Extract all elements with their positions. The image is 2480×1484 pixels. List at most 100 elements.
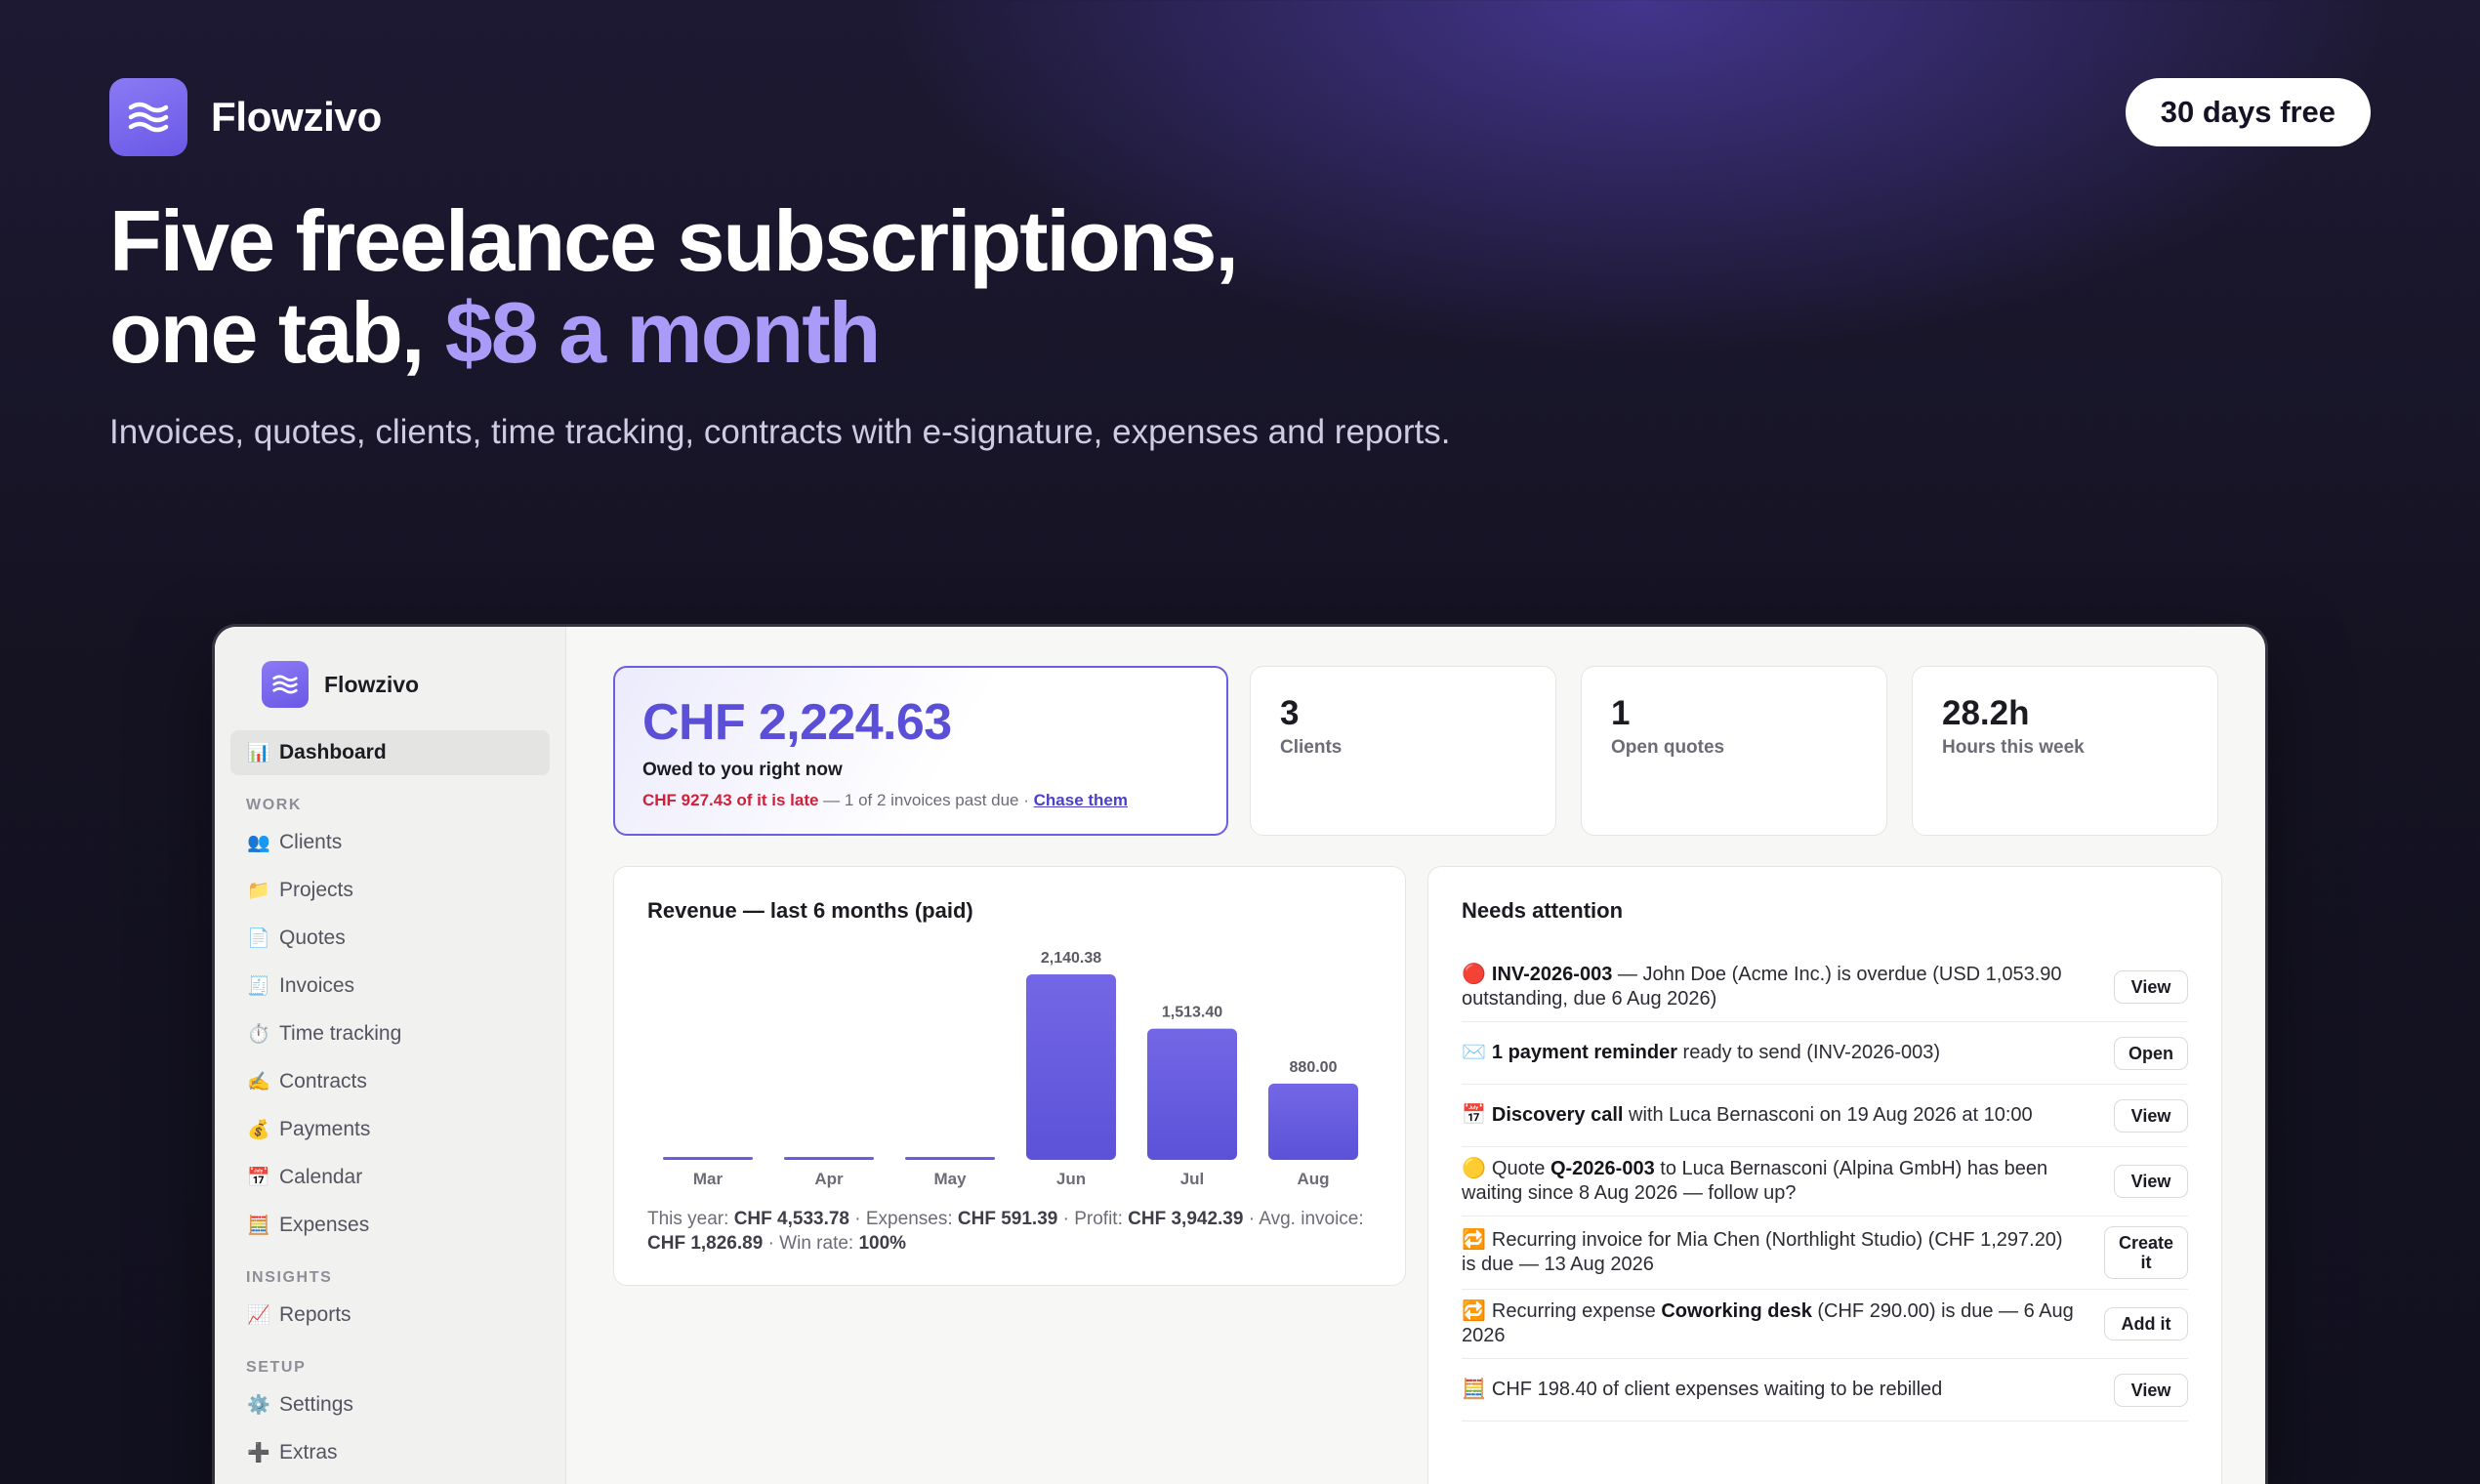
summary-win-rate: 100%	[858, 1233, 907, 1254]
bar-mar[interactable]	[663, 1157, 753, 1160]
gear-icon: ⚙️	[247, 1395, 270, 1416]
attention-icon: 🔴	[1462, 964, 1486, 985]
bar-aug[interactable]	[1268, 1083, 1358, 1160]
attention-action-button[interactable]: Add it	[2104, 1307, 2188, 1340]
attention-text: 🧮 CHF 198.40 of client expenses waiting t…	[1462, 1378, 2087, 1402]
attention-prefix: CHF 198.40 of client expenses waiting to…	[1491, 1379, 1943, 1400]
stat-value: 28.2h	[1942, 694, 2030, 732]
stat-card-hours[interactable]: 28.2h Hours this week	[1912, 666, 2218, 836]
sidebar-item-payments[interactable]: 💰 Payments	[230, 1107, 550, 1152]
summary-label: · Profit:	[1057, 1209, 1129, 1229]
bar-jul[interactable]	[1147, 1028, 1237, 1160]
x-tick-label: Aug	[1297, 1170, 1329, 1188]
attention-action-button[interactable]: View	[2114, 970, 2188, 1004]
sidebar-item-quotes[interactable]: 📄 Quotes	[230, 916, 550, 961]
attention-action-button[interactable]: Open	[2113, 1036, 2188, 1070]
summary-label: · Win rate:	[763, 1233, 859, 1254]
attention-action-button[interactable]: Create it	[2104, 1226, 2188, 1279]
sidebar-item-calendar[interactable]: 📅 Calendar	[230, 1155, 550, 1200]
attention-highlight: Discovery call	[1491, 1104, 1624, 1126]
sidebar-item-settings[interactable]: ⚙️ Settings	[230, 1382, 550, 1427]
sidebar-item-label: Clients	[279, 831, 343, 853]
stat-value: 1	[1611, 694, 1631, 732]
sidebar-brand[interactable]: Flowzivo	[262, 660, 550, 709]
owed-note: CHF 927.43 of it is late — 1 of 2 invoic…	[642, 791, 1199, 810]
sidebar-brand-name: Flowzivo	[324, 671, 420, 697]
sidebar-item-label: Invoices	[279, 974, 355, 997]
sidebar-item-label: Expenses	[279, 1214, 370, 1236]
sidebar-item-label: Dashboard	[279, 741, 387, 763]
attention-action-button[interactable]: View	[2114, 1098, 2188, 1133]
folder-icon: 📁	[247, 881, 270, 901]
sidebar-item-clients[interactable]: 👥 Clients	[230, 820, 550, 865]
revenue-summary: This year: CHF 4,533.78 · Expenses: CHF …	[647, 1207, 1374, 1256]
attention-highlight: Q-2026-003	[1550, 1158, 1655, 1179]
attention-list: 🔴 INV-2026-003 — John Doe (Acme Inc.) is …	[1462, 953, 2188, 1422]
attention-action-button[interactable]: View	[2114, 1165, 2188, 1198]
nav-group-work: WORK	[246, 797, 303, 813]
chase-them-link[interactable]: Chase them	[1034, 791, 1128, 809]
abacus-icon: 🧮	[247, 1216, 270, 1236]
revenue-title: Revenue — last 6 months (paid)	[647, 898, 973, 923]
stat-card-open-quotes[interactable]: 1 Open quotes	[1581, 666, 1887, 836]
list-item: 🟡 Quote Q-2026-003 to Luca Bernasconi (Al…	[1462, 1147, 2188, 1216]
sidebar-item-contracts[interactable]: ✍️ Contracts	[230, 1059, 550, 1104]
attention-action-button[interactable]: View	[2114, 1373, 2188, 1407]
list-item: 🔴 INV-2026-003 — John Doe (Acme Inc.) is …	[1462, 953, 2188, 1022]
list-item: 📅 Discovery call with Luca Bernasconi on …	[1462, 1085, 2188, 1147]
waves-logo-icon	[262, 661, 309, 708]
attention-icon: ✉️	[1462, 1042, 1486, 1063]
x-tick-label: Apr	[814, 1170, 844, 1188]
attention-detail: with Luca Bernasconi on 19 Aug 2026 at 1…	[1623, 1104, 2033, 1126]
people-icon: 👥	[247, 833, 270, 853]
sidebar-item-label: Quotes	[279, 927, 346, 949]
sidebar-item-label: Contracts	[279, 1070, 367, 1092]
list-item: 🧮 CHF 198.40 of client expenses waiting t…	[1462, 1359, 2188, 1422]
stat-label: Hours this week	[1942, 737, 2085, 758]
attention-text: 🔴 INV-2026-003 — John Doe (Acme Inc.) is …	[1462, 963, 2087, 1011]
sidebar: Flowzivo 📊 Dashboard WORK 👥 Clients 📁 Proj…	[215, 627, 566, 1484]
sidebar-item-label: Time tracking	[279, 1022, 402, 1045]
list-item: ✉️ 1 payment reminder ready to send (INV-…	[1462, 1022, 2188, 1085]
free-trial-button[interactable]: 30 days free	[2125, 78, 2371, 146]
sidebar-item-label: Settings	[279, 1393, 353, 1416]
bar-value-label: 2,140.38	[1041, 950, 1101, 967]
sidebar-item-projects[interactable]: 📁 Projects	[230, 868, 550, 913]
summary-label: · Expenses:	[849, 1209, 958, 1229]
revenue-bar-chart: Mar Apr May 2,140.38 Jun 1,513.40 Jul 880.00 Aug	[663, 950, 1358, 1188]
dashboard-main: CHF 2,224.63 Owed to you right now CHF 9…	[566, 627, 2265, 1484]
headline-line-2: one tab,	[109, 284, 445, 381]
sidebar-item-time-tracking[interactable]: ⏱️ Time tracking	[230, 1011, 550, 1056]
attention-detail: ready to send (INV-2026-003)	[1676, 1042, 1941, 1063]
sidebar-item-dashboard[interactable]: 📊 Dashboard	[230, 730, 550, 775]
summary-label: · Avg. invoice:	[1243, 1209, 1364, 1229]
sidebar-item-extras[interactable]: ➕ Extras	[230, 1430, 550, 1475]
stat-card-clients[interactable]: 3 Clients	[1250, 666, 1556, 836]
receipt-icon: 🧾	[247, 976, 270, 997]
list-item: 🔁 Recurring invoice for Mia Chen (Northli…	[1462, 1216, 2188, 1290]
bar-may[interactable]	[905, 1157, 995, 1160]
bar-value-label: 880.00	[1290, 1059, 1338, 1076]
brand[interactable]: Flowzivo	[109, 78, 382, 156]
bar-jun[interactable]	[1026, 974, 1116, 1160]
attention-title: Needs attention	[1462, 898, 1624, 923]
list-item: 🔁 Recurring expense Coworking desk (CHF 2…	[1462, 1290, 2188, 1359]
brand-name: Flowzivo	[211, 94, 382, 140]
sidebar-item-reports[interactable]: 📈 Reports	[230, 1293, 550, 1338]
revenue-card: Revenue — last 6 months (paid) Mar Apr May…	[613, 866, 1406, 1286]
summary-profit: CHF 3,942.39	[1128, 1209, 1244, 1229]
sidebar-item-invoices[interactable]: 🧾 Invoices	[230, 964, 550, 1009]
attention-text: 🔁 Recurring expense Coworking desk (CHF 2…	[1462, 1299, 2081, 1348]
sidebar-item-expenses[interactable]: 🧮 Expenses	[230, 1203, 550, 1248]
attention-prefix: Quote	[1491, 1158, 1550, 1179]
money-bag-icon: 💰	[247, 1120, 270, 1140]
attention-text: ✉️ 1 payment reminder ready to send (INV-…	[1462, 1041, 2087, 1065]
x-tick-label: Jul	[1180, 1170, 1205, 1188]
bar-value-label: 1,513.40	[1162, 1005, 1222, 1021]
bar-apr[interactable]	[784, 1157, 874, 1160]
attention-icon: 🟡	[1462, 1158, 1486, 1179]
nav-group-insights: INSIGHTS	[246, 1269, 333, 1286]
nav-group-setup: SETUP	[246, 1359, 307, 1376]
x-tick-label: Mar	[693, 1170, 723, 1188]
sidebar-item-label: Calendar	[279, 1166, 363, 1188]
